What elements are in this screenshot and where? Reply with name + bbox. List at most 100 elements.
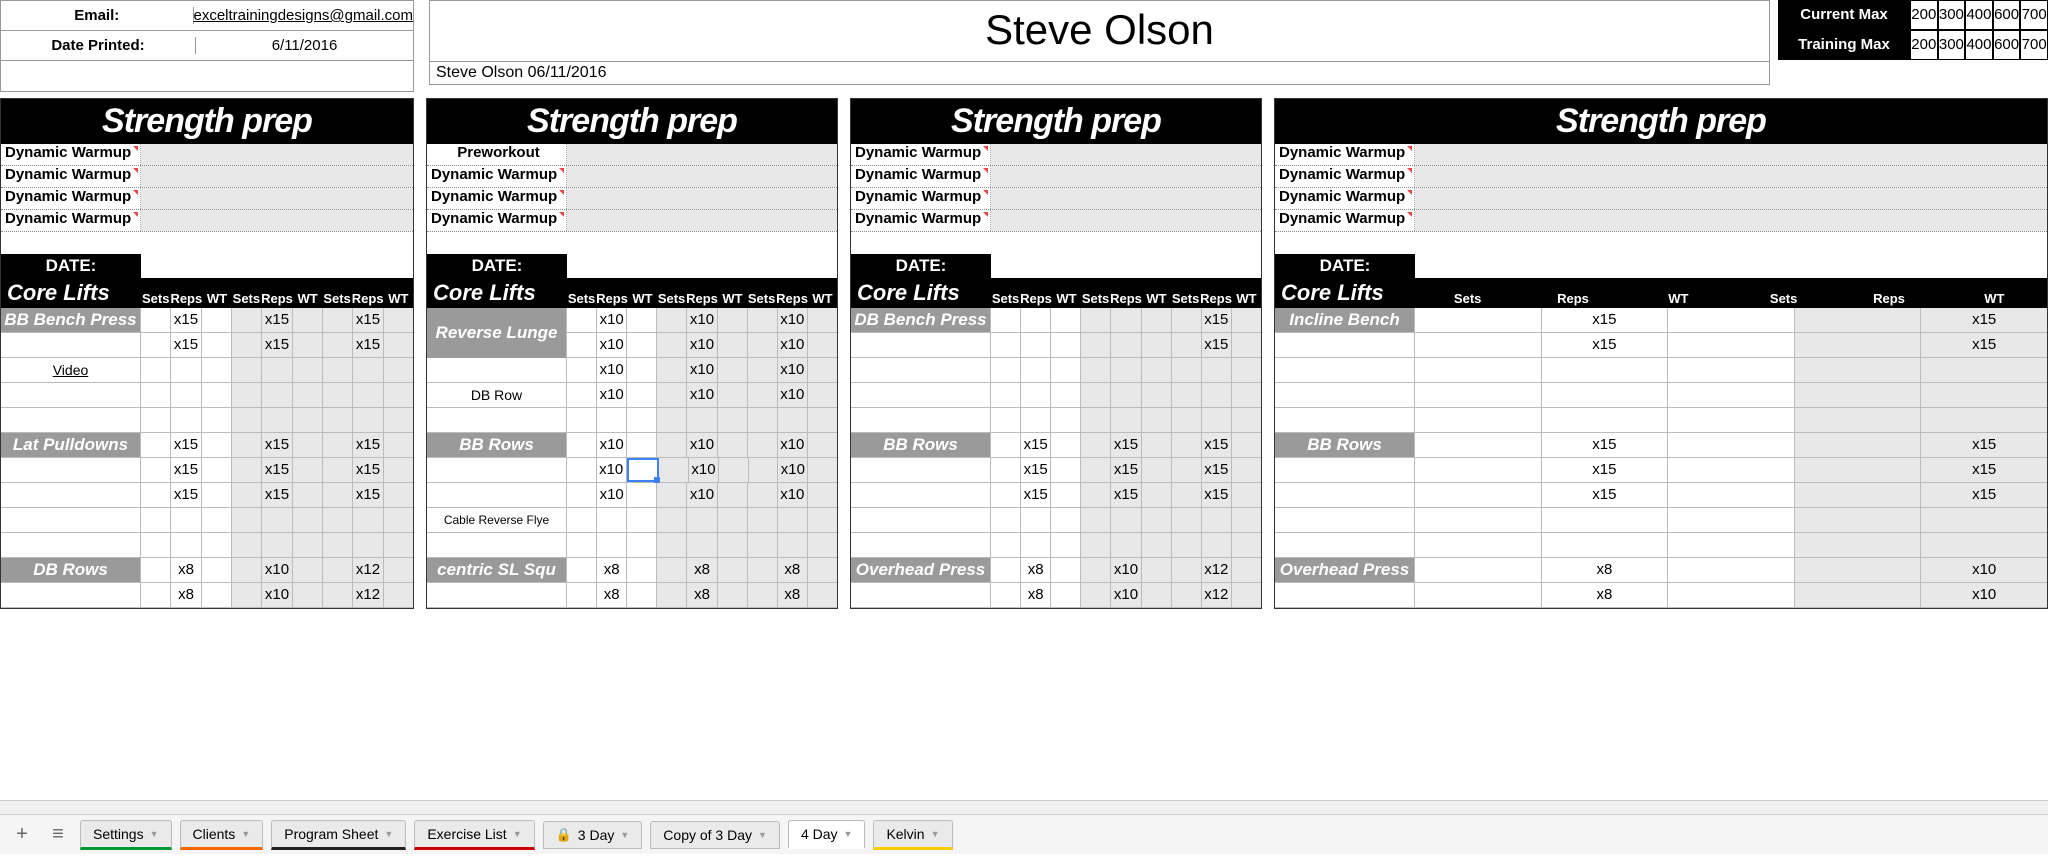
warmup-cell[interactable]: Dynamic Warmup <box>1 166 141 187</box>
day2-column: Strength prep Preworkout Dynamic Warmup … <box>426 98 838 609</box>
exercise-header[interactable]: BB Rows <box>1275 433 1415 457</box>
exercise-cell[interactable] <box>1 333 141 357</box>
strength-prep-header: Strength prep <box>851 99 1261 144</box>
date-label: Date Printed: <box>1 37 196 54</box>
max-cell[interactable]: 600 <box>1993 30 2021 60</box>
tab-exercise-list[interactable]: Exercise List▼ <box>414 820 534 850</box>
tab-4day[interactable]: 4 Day▼ <box>788 820 866 849</box>
exercise-header[interactable]: Overhead Press <box>851 558 991 582</box>
chevron-down-icon: ▼ <box>931 829 940 839</box>
date-header: DATE: <box>427 254 567 278</box>
training-max-row[interactable]: Training Max 200 300 400 600 700 <box>1778 30 2048 60</box>
comment-indicator-icon <box>559 190 564 195</box>
max-cell[interactable]: 700 <box>2020 30 2048 60</box>
exercise-header[interactable]: BB Rows <box>427 433 567 457</box>
warmup-cell[interactable]: Dynamic Warmup <box>1 210 141 231</box>
comment-indicator-icon <box>133 146 138 151</box>
strength-prep-header: Strength prep <box>1275 99 2047 144</box>
email-value: exceltrainingdesigns@gmail.com <box>194 7 414 24</box>
date-row[interactable]: Date Printed: 6/11/2016 <box>1 31 413 61</box>
exercise-header[interactable]: Overhead Press <box>1275 558 1415 582</box>
max-cell[interactable]: 200 <box>1910 0 1938 30</box>
warmup-cell[interactable]: Dynamic Warmup <box>851 166 991 187</box>
chevron-down-icon: ▼ <box>150 829 159 839</box>
date-header: DATE: <box>1 254 141 278</box>
day3-column: Strength prep Dynamic Warmup Dynamic War… <box>850 98 1262 609</box>
exercise-header[interactable]: DB Bench Press <box>851 308 991 332</box>
strength-prep-header: Strength prep <box>1 99 413 144</box>
client-name[interactable]: Steve Olson <box>429 0 1770 62</box>
max-cell[interactable]: 300 <box>1938 30 1966 60</box>
warmup-cell[interactable]: Dynamic Warmup <box>851 144 991 165</box>
warmup-cell[interactable]: Dynamic Warmup <box>427 188 567 209</box>
warmup-cell[interactable]: Dynamic Warmup <box>1 144 141 165</box>
comment-indicator-icon <box>1407 212 1412 217</box>
max-cell[interactable]: 300 <box>1938 0 1966 30</box>
exercise-cell[interactable]: Cable Reverse Flye <box>427 508 567 532</box>
video-link[interactable]: Video <box>1 358 141 382</box>
max-block: Current Max 200 300 400 600 700 Training… <box>1778 0 2048 92</box>
email-row[interactable]: Email: exceltrainingdesigns@gmail.com <box>1 1 413 31</box>
comment-indicator-icon <box>1407 168 1412 173</box>
selected-cell[interactable] <box>627 458 660 482</box>
name-subtitle[interactable]: Steve Olson 06/11/2016 <box>429 62 1770 85</box>
exercise-header[interactable]: Incline Bench <box>1275 308 1415 332</box>
date-header: DATE: <box>851 254 991 278</box>
core-lifts-title: Core Lifts <box>427 278 567 308</box>
tab-clients[interactable]: Clients▼ <box>180 820 264 850</box>
max-cell[interactable]: 200 <box>1910 30 1938 60</box>
core-lifts-title: Core Lifts <box>1275 278 1415 308</box>
warmup-cell[interactable]: Dynamic Warmup <box>1275 188 1415 209</box>
add-sheet-button[interactable]: + <box>8 821 36 849</box>
exercise-header[interactable]: Lat Pulldowns <box>1 433 141 457</box>
warmup-cell[interactable]: Dynamic Warmup <box>1275 210 1415 231</box>
exercise-cell[interactable]: DB Row <box>427 383 567 407</box>
tab-settings[interactable]: Settings▼ <box>80 820 172 850</box>
max-cell[interactable]: 400 <box>1965 0 1993 30</box>
exercise-header[interactable]: BB Bench Press <box>1 308 141 332</box>
tab-copy-3day[interactable]: Copy of 3 Day▼ <box>650 821 780 849</box>
chevron-down-icon: ▼ <box>384 829 393 839</box>
warmup-cell[interactable]: Dynamic Warmup <box>1275 166 1415 187</box>
strength-prep-header: Strength prep <box>427 99 837 144</box>
comment-indicator-icon <box>559 212 564 217</box>
day4-column: Strength prep Dynamic Warmup Dynamic War… <box>1274 98 2048 609</box>
core-lifts-title: Core Lifts <box>1 278 141 308</box>
warmup-cell[interactable]: Preworkout <box>427 144 567 165</box>
horizontal-scrollbar[interactable] <box>0 800 2048 814</box>
comment-indicator-icon <box>983 168 988 173</box>
exercise-header[interactable]: BB Rows <box>851 433 991 457</box>
training-max-label: Training Max <box>1778 30 1910 60</box>
max-cell[interactable]: 400 <box>1965 30 1993 60</box>
comment-indicator-icon <box>983 190 988 195</box>
comment-indicator-icon <box>559 168 564 173</box>
max-cell[interactable]: 700 <box>2020 0 2048 30</box>
comment-indicator-icon <box>133 190 138 195</box>
tab-program-sheet[interactable]: Program Sheet▼ <box>271 820 406 850</box>
current-max-row[interactable]: Current Max 200 300 400 600 700 <box>1778 0 2048 30</box>
warmup-cell[interactable]: Dynamic Warmup <box>851 188 991 209</box>
chevron-down-icon: ▼ <box>513 829 522 839</box>
header-section: Email: exceltrainingdesigns@gmail.com Da… <box>0 0 2048 92</box>
warmup-cell[interactable]: Dynamic Warmup <box>1 188 141 209</box>
warmup-cell[interactable]: Dynamic Warmup <box>427 166 567 187</box>
name-block: Steve Olson Steve Olson 06/11/2016 <box>429 0 1770 92</box>
max-cell[interactable]: 600 <box>1993 0 2021 30</box>
comment-indicator-icon <box>983 146 988 151</box>
comment-indicator-icon <box>133 168 138 173</box>
exercise-header[interactable]: DB Rows <box>1 558 141 582</box>
lock-icon: 🔒 <box>556 827 572 843</box>
warmup-cell[interactable]: Dynamic Warmup <box>851 210 991 231</box>
core-lifts-title: Core Lifts <box>851 278 991 308</box>
sheet-tabs: + ≡ Settings▼ Clients▼ Program Sheet▼ Ex… <box>0 814 2048 854</box>
warmup-cell[interactable]: Dynamic Warmup <box>1275 144 1415 165</box>
email-label: Email: <box>1 7 194 24</box>
all-sheets-button[interactable]: ≡ <box>44 821 72 849</box>
tab-kelvin[interactable]: Kelvin▼ <box>873 820 952 850</box>
exercise-header[interactable]: centric SL Squ <box>427 558 567 582</box>
tab-3day[interactable]: 🔒3 Day▼ <box>543 821 643 849</box>
warmup-cell[interactable]: Dynamic Warmup <box>427 210 567 231</box>
comment-indicator-icon <box>133 212 138 217</box>
chevron-down-icon: ▼ <box>241 829 250 839</box>
chevron-down-icon: ▼ <box>844 829 853 839</box>
